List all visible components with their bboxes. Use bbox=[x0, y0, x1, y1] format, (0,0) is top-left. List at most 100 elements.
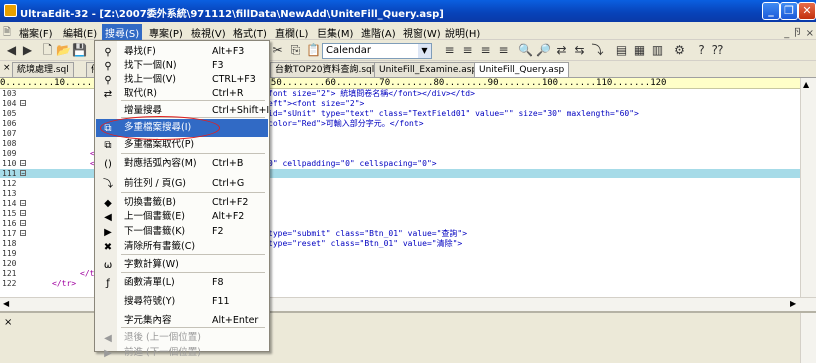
search-menu-dropdown: ⚲ 尋找(F) Alt+F3 ⚲ 找下一個(N) F3 ⚲ 找上一個(V) CTRL+F3 ⇄ 取代… bbox=[94, 40, 270, 359]
menu-item-word-count[interactable]: ω 字數計算(W) bbox=[96, 256, 268, 274]
line-number: 109 bbox=[2, 149, 17, 158]
calendar-combo-value: Calendar bbox=[326, 45, 371, 56]
settings-icon[interactable]: ⚙ bbox=[672, 43, 687, 58]
menu-window[interactable]: 視窗(W) bbox=[400, 24, 444, 41]
replace-icon[interactable]: ⇄ bbox=[554, 43, 569, 58]
code-text: type="reset" class="Btn_01" value="清除"> bbox=[268, 239, 463, 248]
menu-item-brace-match[interactable]: () 對應括弧內容(M) Ctrl+B bbox=[96, 155, 268, 173]
scroll-right-icon[interactable]: ▶ bbox=[790, 299, 796, 308]
scroll-up-icon[interactable]: ▲ bbox=[803, 80, 809, 89]
calendar-combo[interactable]: Calendar ▼ bbox=[322, 43, 432, 59]
replace-files-icon[interactable]: ⇆ bbox=[572, 43, 587, 58]
back-icon[interactable]: ◀ bbox=[4, 43, 19, 58]
scroll-left-icon[interactable]: ◀ bbox=[3, 299, 9, 308]
output-scrollbar[interactable] bbox=[800, 313, 816, 363]
find-icon[interactable]: 🔍 bbox=[518, 43, 533, 58]
menu-advanced[interactable]: 進階(A) bbox=[358, 24, 399, 41]
line-number: 116 bbox=[2, 219, 17, 228]
fold-toggle-icon[interactable]: − bbox=[20, 100, 26, 107]
menu-format[interactable]: 格式(T) bbox=[230, 24, 270, 41]
replace-icon: ⇄ bbox=[103, 88, 113, 100]
menu-item-goto[interactable]: ⤵ 前往列 / 頁(G) Ctrl+G bbox=[96, 175, 268, 193]
help-icon[interactable]: ? bbox=[694, 43, 709, 58]
save-icon[interactable]: 💾 bbox=[72, 43, 87, 58]
fold-toggle-icon[interactable]: − bbox=[20, 220, 26, 227]
open-file-icon[interactable]: 📂 bbox=[56, 43, 71, 58]
line-number: 108 bbox=[2, 139, 17, 148]
code-text: type="submit" class="Btn_01" value="查詢"> bbox=[268, 229, 468, 238]
paste-icon[interactable]: 📋 bbox=[306, 43, 321, 58]
line-number: 119 bbox=[2, 249, 17, 258]
window-cascade-icon[interactable]: ▦ bbox=[632, 43, 647, 58]
menu-macro[interactable]: 巨集(M) bbox=[314, 24, 356, 41]
line-number: 106 bbox=[2, 119, 17, 128]
fold-toggle-icon[interactable]: − bbox=[20, 200, 26, 207]
menu-item-plain[interactable]: 搜尋符號(Y) F11 bbox=[96, 293, 268, 311]
new-file-icon[interactable]: 🗋 bbox=[40, 43, 55, 58]
menu-item-shortcut: F11 bbox=[212, 296, 230, 308]
multi-file-replace-icon: ⧉ bbox=[104, 139, 112, 151]
window-title: UltraEdit-32 - [Z:\2007委外系統\971112\fillD… bbox=[20, 9, 444, 20]
line-number: 115 bbox=[2, 209, 17, 218]
function-list-icon: ƒ bbox=[106, 278, 110, 290]
tab-file-active[interactable]: UniteFill_Query.asp bbox=[474, 62, 570, 77]
restore-button[interactable]: ❐ bbox=[780, 2, 798, 20]
line-number: 103 bbox=[2, 89, 17, 98]
find-files-icon[interactable]: 🔎 bbox=[536, 43, 551, 58]
menu-item-label: 前往列 / 頁(G) bbox=[124, 177, 187, 189]
menu-item-label: 前進 (下一個位置) bbox=[124, 347, 201, 359]
minimize-button[interactable]: _ bbox=[762, 2, 780, 20]
annotation-circle bbox=[100, 116, 220, 140]
close-tab-icon[interactable]: × bbox=[3, 63, 11, 73]
menu-edit[interactable]: 編輯(E) bbox=[60, 24, 100, 41]
fold-toggle-icon[interactable]: − bbox=[20, 230, 26, 237]
menu-search[interactable]: 搜尋(S) bbox=[102, 24, 143, 41]
close-button[interactable]: ✕ bbox=[798, 2, 816, 20]
line-number: 118 bbox=[2, 239, 17, 248]
menu-separator bbox=[121, 100, 265, 102]
copy-icon[interactable]: ⎘ bbox=[288, 43, 303, 58]
menu-project[interactable]: 專案(P) bbox=[146, 24, 186, 41]
mdi-buttons[interactable]: _ 卪 × bbox=[784, 24, 814, 39]
line-number: 111 bbox=[2, 169, 17, 178]
line-number: 105 bbox=[2, 109, 17, 118]
code-fragment: </tr> bbox=[52, 279, 77, 288]
align-center-icon[interactable]: ≡ bbox=[460, 43, 475, 58]
code-text: eft"><font size="2"> bbox=[268, 99, 365, 108]
tab-file[interactable]: 台數TOP20資料查詢.sql bbox=[270, 62, 380, 77]
menu-view[interactable]: 檢視(V) bbox=[188, 24, 229, 41]
menu-item-function-list[interactable]: ƒ 函數清單(L) F8 bbox=[96, 274, 268, 292]
line-number: 104 bbox=[2, 99, 17, 108]
brace-match-icon: () bbox=[104, 159, 112, 171]
line-number: 114 bbox=[2, 199, 17, 208]
window-list-icon[interactable]: ▥ bbox=[650, 43, 665, 58]
menu-item-label: 搜尋符號(Y) bbox=[124, 296, 176, 308]
line-number: 120 bbox=[2, 259, 17, 268]
line-number: 122 bbox=[2, 279, 17, 288]
line-number: 113 bbox=[2, 189, 17, 198]
menu-item-label: 字數計算(W) bbox=[124, 258, 179, 270]
fold-toggle-icon[interactable]: − bbox=[20, 170, 26, 177]
close-output-icon[interactable]: × bbox=[4, 317, 12, 328]
forward-icon[interactable]: ▶ bbox=[20, 43, 35, 58]
tab-file[interactable]: 統境處理.sql bbox=[12, 62, 74, 77]
fold-toggle-icon[interactable]: − bbox=[20, 210, 26, 217]
align-left-icon[interactable]: ≡ bbox=[442, 43, 457, 58]
chevron-down-icon[interactable]: ▼ bbox=[418, 44, 431, 58]
justify-icon[interactable]: ≡ bbox=[496, 43, 511, 58]
app-icon bbox=[4, 4, 17, 17]
menu-column[interactable]: 直欄(L) bbox=[272, 24, 311, 41]
window-tile-icon[interactable]: ▤ bbox=[614, 43, 629, 58]
menu-separator bbox=[121, 272, 265, 274]
context-help-icon[interactable]: ⁇ bbox=[710, 43, 725, 58]
tab-file[interactable]: UniteFill_Examine.asp bbox=[374, 62, 483, 77]
cut-icon[interactable]: ✂ bbox=[270, 43, 285, 58]
menu-file[interactable]: 檔案(F) bbox=[16, 24, 56, 41]
align-right-icon[interactable]: ≡ bbox=[478, 43, 493, 58]
fold-toggle-icon[interactable]: − bbox=[20, 160, 26, 167]
menu-item-shortcut: Ctrl+B bbox=[212, 158, 244, 170]
goto-icon[interactable]: ⤵ bbox=[590, 43, 605, 58]
vertical-scrollbar[interactable]: ▲ bbox=[800, 78, 816, 297]
menu-item-forward[interactable]: ▶ 前進 (下一個位置) bbox=[96, 344, 268, 362]
menu-help[interactable]: 說明(H) bbox=[442, 24, 483, 41]
